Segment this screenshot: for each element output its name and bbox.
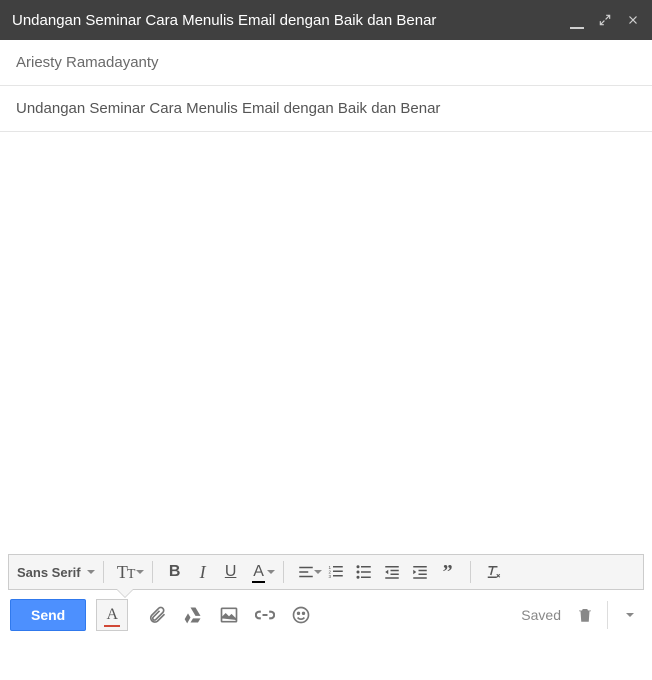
titlebar-actions [570,12,640,28]
minimize-icon[interactable] [570,12,584,28]
compose-body[interactable] [0,132,652,554]
compose-action-icons [146,604,312,626]
numbered-list-button[interactable]: 123 [322,558,350,586]
insert-emoji-icon[interactable] [290,604,312,626]
send-button[interactable]: Send [10,599,86,631]
indent-less-button[interactable] [378,558,406,586]
caret-down-icon [626,613,634,617]
bulleted-list-button[interactable] [350,558,378,586]
caret-down-icon [314,570,322,574]
compose-title: Undangan Seminar Cara Menulis Email deng… [12,12,570,29]
remove-formatting-button[interactable] [479,558,507,586]
expand-icon[interactable] [598,13,612,27]
formatting-toggle-button[interactable]: A [96,599,128,631]
font-family-label: Sans Serif [17,565,81,580]
close-icon[interactable] [626,13,640,27]
discard-draft-icon[interactable] [573,603,597,627]
insert-drive-icon[interactable] [182,604,204,626]
more-options-button[interactable] [618,603,642,627]
recipients-field[interactable]: Ariesty Ramadayanty [0,40,652,86]
font-family-select[interactable]: Sans Serif [17,565,95,580]
subject-field[interactable]: Undangan Seminar Cara Menulis Email deng… [0,86,652,132]
svg-text:3: 3 [328,574,331,579]
caret-down-icon [267,570,275,574]
insert-link-icon[interactable] [254,604,276,626]
underline-button[interactable]: U [217,558,245,586]
saved-status: Saved [521,607,561,623]
compose-titlebar: Undangan Seminar Cara Menulis Email deng… [0,0,652,40]
insert-photo-icon[interactable] [218,604,240,626]
recipient-chip[interactable]: Ariesty Ramadayanty [16,54,159,71]
compose-bottom-bar: Send A Saved [0,590,652,640]
caret-down-icon [136,570,144,574]
italic-button[interactable]: I [189,558,217,586]
indent-more-button[interactable] [406,558,434,586]
text-format-icon: A [106,606,118,624]
subject-text: Undangan Seminar Cara Menulis Email deng… [16,100,440,117]
quote-button[interactable]: ” [434,558,462,586]
caret-down-icon [87,570,95,574]
format-toolbar: Sans Serif TT B I U A 123 [8,554,644,590]
attach-file-icon[interactable] [146,604,168,626]
separator [607,601,608,629]
bold-button[interactable]: B [161,558,189,586]
